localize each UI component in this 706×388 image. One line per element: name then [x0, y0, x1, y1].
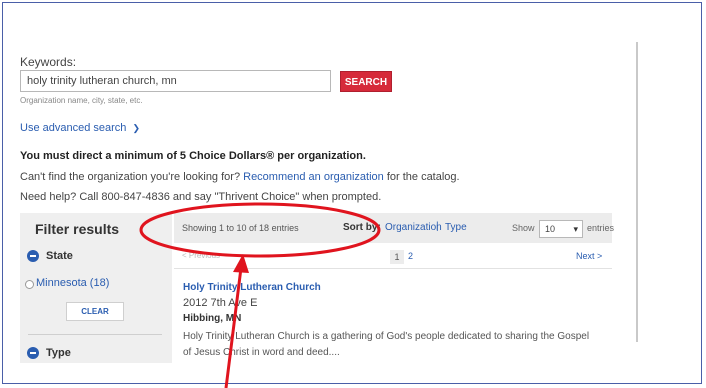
- result-divider: [174, 268, 612, 269]
- showing-entries-text: Showing 1 to 10 of 18 entries: [182, 223, 299, 233]
- cant-find-prefix: Can't find the organization you're looki…: [20, 171, 241, 183]
- previous-page-link[interactable]: < Previous: [182, 251, 220, 260]
- minnesota-radio[interactable]: [25, 280, 34, 289]
- show-label: Show: [512, 223, 535, 233]
- state-heading: State: [46, 250, 73, 262]
- cant-find-text: Can't find the organization you're looki…: [20, 171, 460, 183]
- minnesota-option[interactable]: Minnesota (18): [36, 277, 109, 289]
- type-heading: Type: [46, 347, 71, 359]
- recommend-organization-link[interactable]: Recommend an organization: [243, 171, 384, 183]
- chevron-right-icon: ❯: [132, 123, 141, 133]
- clear-button[interactable]: CLEAR: [66, 302, 124, 321]
- scroll-divider: [636, 42, 638, 342]
- caret-down-icon: ▾: [573, 224, 578, 234]
- result-description-line-1: Holy Trinity Lutheran Church is a gather…: [183, 331, 590, 342]
- entries-per-page-select[interactable]: 10 ▾: [539, 220, 583, 238]
- advanced-search-label: Use advanced search: [20, 122, 127, 134]
- cant-find-suffix: for the catalog.: [386, 171, 460, 183]
- result-description-line-2: of Jesus Christ in word and deed....: [183, 347, 340, 358]
- sort-organization-link[interactable]: Organization: [385, 222, 442, 233]
- advanced-search-link[interactable]: Use advanced search ❯: [20, 122, 140, 134]
- collapse-type-icon[interactable]: [27, 347, 39, 359]
- keywords-label: Keywords:: [20, 55, 77, 69]
- next-page-link[interactable]: Next >: [576, 251, 602, 261]
- result-city: Hibbing, MN: [183, 313, 242, 324]
- collapse-state-icon[interactable]: [27, 250, 39, 262]
- sort-type-link[interactable]: Type: [445, 222, 467, 233]
- search-button[interactable]: SEARCH: [340, 71, 392, 92]
- sort-by-label: Sort by:: [343, 222, 381, 233]
- page-2-link[interactable]: 2: [408, 251, 413, 261]
- minimum-notice: You must direct a minimum of 5 Choice Do…: [20, 150, 366, 162]
- filter-divider: [28, 334, 162, 335]
- filter-results-title: Filter results: [35, 221, 120, 237]
- result-address: 2012 7th Ave E: [183, 297, 258, 309]
- help-text: Need help? Call 800-847-4836 and say "Th…: [20, 191, 382, 203]
- entries-per-page-value: 10: [545, 224, 556, 234]
- keywords-input[interactable]: holy trinity lutheran church, mn: [20, 70, 331, 92]
- search-hint: Organization name, city, state, etc.: [20, 96, 143, 105]
- entries-label: entries: [587, 223, 615, 233]
- sort-separator: |: [436, 221, 439, 232]
- result-title-link[interactable]: Holy Trinity Lutheran Church: [183, 282, 321, 293]
- page-1-button[interactable]: 1: [390, 250, 404, 264]
